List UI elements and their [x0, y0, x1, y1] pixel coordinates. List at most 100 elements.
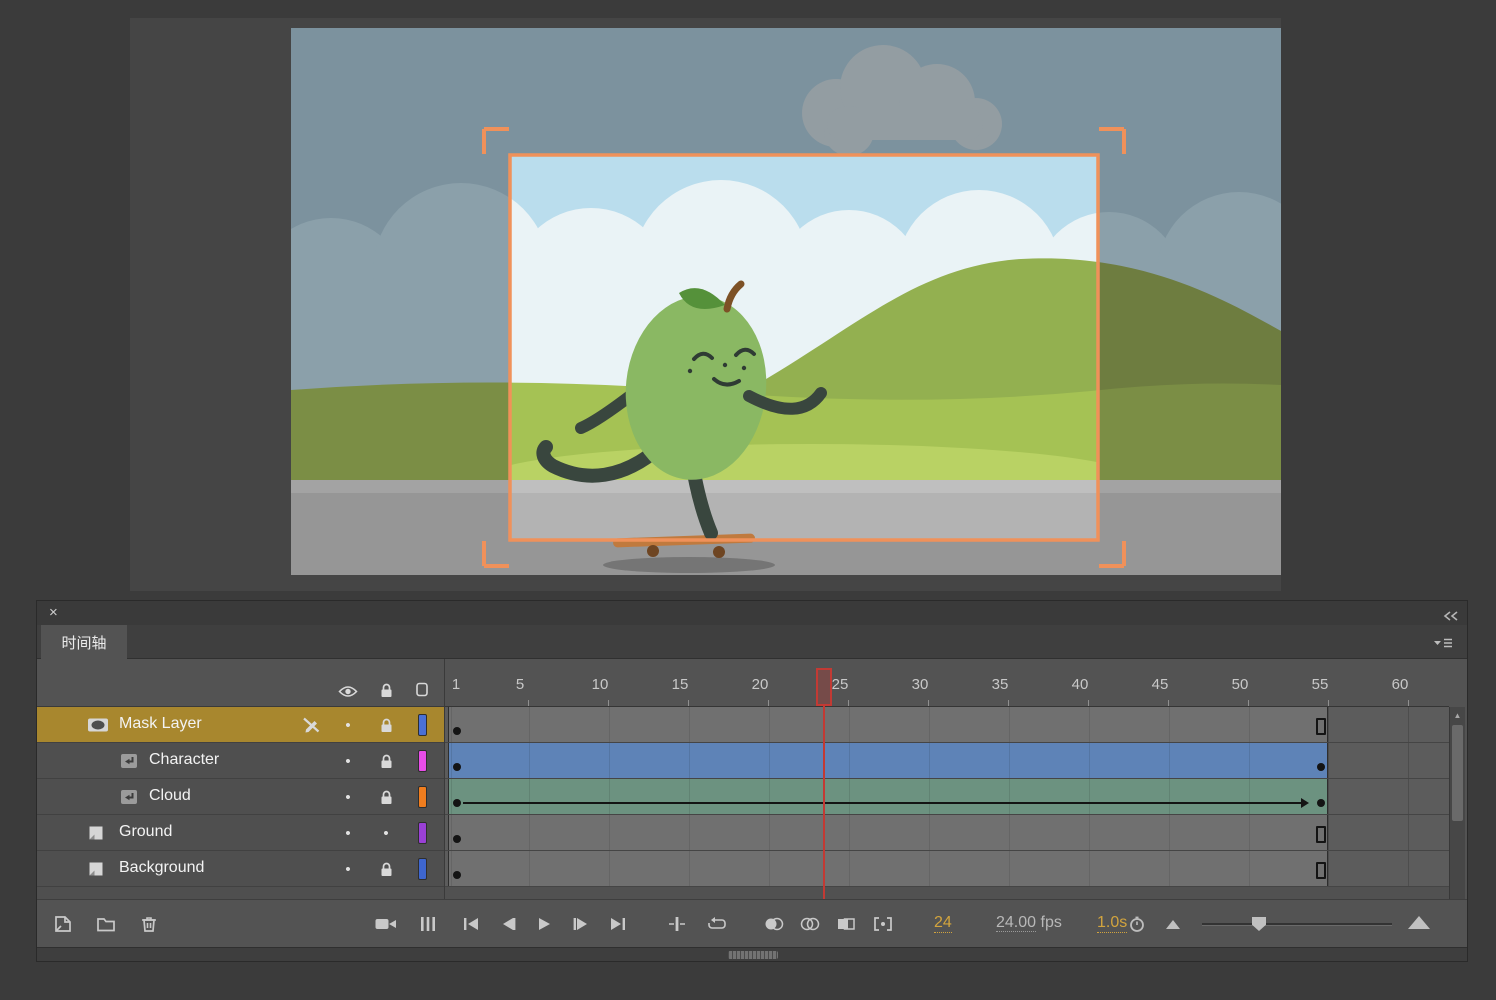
onion-skin-outlines-button[interactable]: [798, 912, 822, 936]
tab-timeline-label: 时间轴: [61, 632, 106, 653]
frame-span[interactable]: [448, 743, 1328, 778]
new-folder-button[interactable]: [94, 912, 118, 936]
layer-list: Mask Layer•Character•Cloud•Ground••Backg…: [37, 707, 444, 887]
layer-lock-toggle[interactable]: [374, 743, 398, 779]
frame-grid-pane: 151015202530354045505560: [444, 659, 1449, 899]
step-forward-button[interactable]: [569, 912, 593, 936]
frame-row-cloud[interactable]: [445, 779, 1449, 815]
timeline-panel: × 时间轴 Mask Layer•Character•Cloud•Grou: [36, 600, 1468, 962]
frame-zoom-slider-track[interactable]: [1202, 923, 1392, 926]
frame-zoom-slider-thumb[interactable]: [1252, 917, 1266, 931]
layer-outline-color[interactable]: [418, 822, 427, 844]
ruler-tick: [768, 700, 769, 706]
ruler-tick: [1168, 700, 1169, 706]
stopwatch-icon[interactable]: [1125, 912, 1149, 936]
ruler-tick: [1248, 700, 1249, 706]
stage-canvas[interactable]: [291, 28, 1281, 575]
delete-layer-button[interactable]: [137, 912, 161, 936]
frame-rate-field[interactable]: 24.00 fps: [996, 914, 1062, 932]
close-icon[interactable]: ×: [49, 604, 58, 622]
frame-row-character[interactable]: [445, 743, 1449, 779]
scroll-up-icon[interactable]: ▲: [1450, 707, 1465, 723]
vertical-scrollbar[interactable]: ▲: [1449, 707, 1465, 899]
go-last-frame-button[interactable]: [606, 912, 630, 936]
masked-layer-icon: [119, 789, 139, 810]
go-first-frame-button[interactable]: [459, 912, 483, 936]
ruler-tick: [1328, 700, 1329, 706]
layer-lock-toggle[interactable]: [374, 707, 398, 743]
layer-visibility-toggle[interactable]: •: [336, 779, 360, 815]
layer-outline-color[interactable]: [418, 786, 427, 808]
onion-skin-button[interactable]: [762, 912, 786, 936]
layer-visibility-toggle[interactable]: •: [336, 851, 360, 887]
frame-row-mask-layer[interactable]: [445, 707, 1449, 743]
new-layer-button[interactable]: [51, 912, 75, 936]
keyframe-dot: [453, 835, 461, 843]
frame-span[interactable]: [448, 707, 1328, 742]
layer-visibility-toggle[interactable]: •: [336, 815, 360, 851]
elapsed-time-field[interactable]: 1.0s: [1097, 914, 1127, 933]
ruler-frame-number: 50: [1232, 676, 1249, 693]
frame-rows: [445, 707, 1449, 887]
layer-item-ground[interactable]: Ground••: [37, 815, 444, 851]
pencil-slash-icon: [301, 716, 321, 739]
horizontal-scrollbar[interactable]: [37, 947, 1467, 961]
current-frame-field[interactable]: 24: [934, 914, 952, 933]
frame-ruler[interactable]: 151015202530354045505560: [445, 659, 1449, 707]
stage-pasteboard: [130, 18, 1281, 591]
camera-button[interactable]: [374, 912, 398, 936]
layer-item-mask-layer[interactable]: Mask Layer•: [37, 707, 444, 743]
layer-visibility-toggle[interactable]: •: [336, 707, 360, 743]
layer-item-character[interactable]: Character•: [37, 743, 444, 779]
ruler-tick: [608, 700, 609, 706]
edit-multiple-frames-button[interactable]: [834, 912, 858, 936]
end-frame-marker: [1316, 826, 1326, 843]
layer-lock-toggle[interactable]: [374, 779, 398, 815]
ruler-tick: [1008, 700, 1009, 706]
layer-page-icon: [87, 861, 105, 882]
frame-span[interactable]: [448, 815, 1328, 850]
frame-rate-value[interactable]: 24.00: [996, 914, 1036, 932]
vertical-scrollbar-thumb[interactable]: [1452, 725, 1463, 821]
layer-columns-header: [37, 659, 444, 707]
masked-layer-icon: [119, 753, 139, 774]
loop-button[interactable]: [705, 912, 729, 936]
layer-lock-toggle[interactable]: [374, 851, 398, 887]
horizontal-scrollbar-thumb[interactable]: [728, 951, 778, 959]
layer-outline-color[interactable]: [418, 714, 427, 736]
layer-lock-toggle[interactable]: •: [374, 815, 398, 851]
center-frame-button[interactable]: [665, 912, 689, 936]
layer-depth-button[interactable]: [416, 912, 440, 936]
panel-top-bar: ×: [37, 601, 1467, 625]
ruler-frame-number: 45: [1152, 676, 1169, 693]
panel-menu-icon[interactable]: [1433, 636, 1453, 654]
collapse-panels-icon[interactable]: [1443, 608, 1459, 626]
ruler-frame-number: 15: [672, 676, 689, 693]
layer-outline-color[interactable]: [418, 750, 427, 772]
lock-icon[interactable]: [374, 659, 398, 707]
modify-markers-button[interactable]: [871, 912, 895, 936]
zoom-large-frames-icon[interactable]: [1408, 916, 1430, 929]
play-button[interactable]: [532, 912, 556, 936]
layer-list-pane: Mask Layer•Character•Cloud•Ground••Backg…: [37, 659, 444, 899]
outline-box-icon[interactable]: [410, 659, 434, 707]
playhead-handle[interactable]: [816, 668, 832, 706]
frame-rate-unit-label: fps: [1041, 914, 1062, 931]
frame-row-background[interactable]: [445, 851, 1449, 887]
layer-item-cloud[interactable]: Cloud•: [37, 779, 444, 815]
layer-name: Background: [119, 859, 204, 877]
ruler-frame-number: 55: [1312, 676, 1329, 693]
eye-icon[interactable]: [336, 659, 360, 707]
ruler-frame-number: 30: [912, 676, 929, 693]
frame-row-ground[interactable]: [445, 815, 1449, 851]
step-back-button[interactable]: [496, 912, 520, 936]
layer-visibility-toggle[interactable]: •: [336, 743, 360, 779]
tab-timeline[interactable]: 时间轴: [41, 625, 127, 659]
zoom-small-frames-icon[interactable]: [1166, 920, 1180, 929]
ruler-frame-number: 20: [752, 676, 769, 693]
frame-span[interactable]: [448, 851, 1328, 886]
layer-outline-color[interactable]: [418, 858, 427, 880]
end-frame-marker: [1316, 862, 1326, 879]
layer-item-background[interactable]: Background •: [37, 851, 444, 887]
frame-span[interactable]: [448, 779, 1328, 814]
